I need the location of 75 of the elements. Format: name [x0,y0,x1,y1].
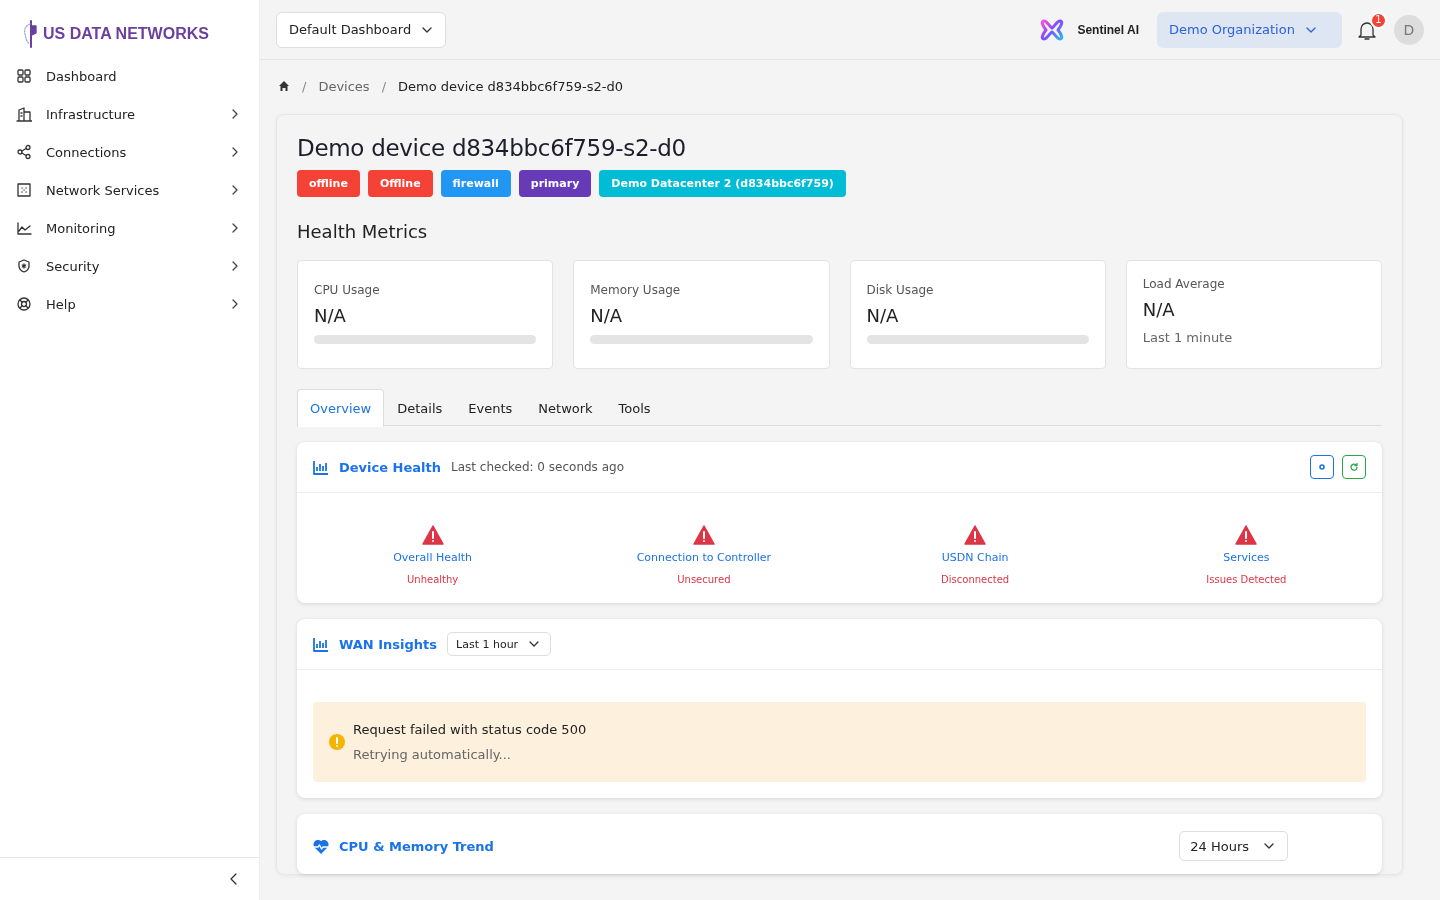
breadcrumb-current: Demo device d834bbc6f759-s2-d0 [398,78,623,94]
refresh-button[interactable] [1310,455,1334,479]
metric-label: Disk Usage [866,283,935,297]
metric-value: N/A [314,305,347,326]
metric-note: Last 1 minute [1142,330,1234,345]
tag: Demo Datacenter 2 (d834bbc6f759) [599,170,846,197]
panel-title: WAN Insights [339,636,438,652]
metric-label: Memory Usage [590,283,682,297]
nav-item[interactable]: Infrastructure [16,95,259,133]
last-checked: Last checked: 0 seconds ago [451,460,624,474]
organization-dropdown[interactable]: Demo Organization [1157,11,1342,48]
tag: Offline [367,170,433,197]
dashboard-dropdown[interactable]: Default Dashboard [276,11,447,48]
health-status: Unsecured [677,574,731,585]
grid-box-icon [16,182,32,198]
error-message: Request failed with status code 500 [353,722,587,737]
tab[interactable]: Tools [605,389,664,426]
metric-value: N/A [1142,299,1176,320]
breadcrumb-separator: / [302,78,307,94]
range-dropdown[interactable]: 24 Hours [1179,831,1288,861]
health-label: Services [1223,551,1270,564]
bar-chart-icon [313,459,329,475]
section-title: Health Metrics [297,221,429,242]
metric-label: CPU Usage [314,283,381,297]
health-status: Unhealthy [407,574,459,585]
metric-label: Load Average [1142,277,1226,291]
health-label: USDN Chain [941,551,1009,564]
warning-icon [421,525,444,545]
breadcrumb-separator: / [381,78,386,94]
tag: firewall [440,170,511,197]
nav-item[interactable]: Monitoring [16,209,259,247]
tag: offline [297,170,360,197]
tab[interactable]: Overview [297,389,385,427]
dot-icon [1318,463,1326,471]
tab[interactable]: Details [384,389,456,426]
breadcrumb-link[interactable]: Devices [318,78,370,94]
building-icon [16,106,32,122]
tab[interactable]: Events [455,389,526,426]
nav-item[interactable]: Help [16,285,259,323]
assistant-button[interactable]: Sentinel AI [1039,16,1139,43]
nav-item[interactable]: Network Services [16,171,259,209]
lifebuoy-icon [16,296,32,312]
tab[interactable]: Network [525,389,606,426]
home-icon [278,80,290,92]
logo-icon [21,19,39,48]
shield-icon [16,258,32,274]
metric-value: N/A [866,305,900,326]
heart-pulse-icon [313,838,329,854]
notification-count: 1 [1370,11,1387,29]
tag: primary [518,170,592,197]
metric-value: N/A [590,305,624,326]
reload-icon [1350,463,1358,471]
warning-icon [964,525,987,545]
nav-item[interactable]: Connections [16,133,259,171]
warning-icon [1235,525,1258,545]
logo-text: US DATA NETWORKS [43,24,209,43]
health-status: Issues Detected [1206,574,1287,585]
reload-button[interactable] [1342,455,1366,479]
health-status: Disconnected [941,574,1010,585]
panel-title: Device Health [339,459,441,475]
warning-icon [692,525,715,545]
health-label: Connection to Controller [636,551,772,564]
nav-item[interactable]: Security [16,247,259,285]
bar-chart-icon [313,636,329,652]
nav-item[interactable]: Dashboard [16,57,259,95]
line-chart-icon [16,220,32,236]
exclamation-icon [329,734,345,750]
retry-message: Retrying automatically... [353,747,512,762]
health-label: Overall Health [393,551,473,564]
notifications-button[interactable]: 1 [1356,11,1387,41]
range-dropdown[interactable]: Last 1 hour [447,632,552,656]
share-icon [16,144,32,160]
device-title: Demo device d834bbc6f759-s2-d0 [297,135,687,161]
grid-icon [16,68,32,84]
panel-title: CPU & Memory Trend [339,838,494,854]
